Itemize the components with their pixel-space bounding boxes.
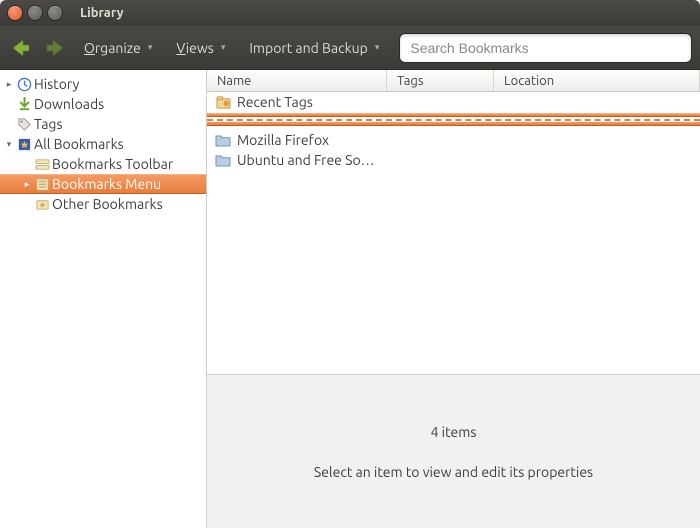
import-backup-label: Import and Backup [249,40,367,56]
sidebar-item-bookmarks-toolbar[interactable]: Bookmarks Toolbar [0,154,206,174]
sidebar-item-label: History [34,76,79,92]
organize-label: rganize [95,40,141,56]
folder-icon [215,152,231,168]
import-backup-menu[interactable]: Import and Backup ▾ [247,36,381,60]
chevron-down-icon: ▾ [148,42,153,53]
window-titlebar: Library [0,0,700,26]
forward-button[interactable] [42,35,68,61]
list-item-folder[interactable]: Ubuntu and Free So… [207,150,700,170]
sidebar-item-label: Tags [34,116,63,132]
item-count: 4 items [431,424,477,440]
list-item-recent-tags[interactable]: Recent Tags [207,92,700,112]
sidebar-item-label: Bookmarks Toolbar [52,156,173,172]
expander-icon[interactable]: ▸ [4,79,14,90]
download-icon [16,96,32,112]
list-item-label: Recent Tags [237,94,313,110]
other-bookmarks-icon [34,196,50,212]
column-header-location[interactable]: Location [494,70,700,91]
sidebar-item-downloads[interactable]: Downloads [0,94,206,114]
search-input[interactable] [399,33,692,63]
folder-icon [215,132,231,148]
sidebar: ▸ History Downloads Tags ▾ All Boo [0,70,207,528]
clock-icon [16,76,32,92]
minimize-button[interactable] [28,6,42,20]
expander-icon[interactable]: ▾ [4,139,14,150]
back-button[interactable] [8,35,34,61]
recent-tags-icon [215,94,231,110]
bookmarks-icon [16,136,32,152]
list-item-folder[interactable]: Mozilla Firefox [207,130,700,150]
sidebar-item-label: Other Bookmarks [52,196,163,212]
organize-menu[interactable]: Organize▾ [82,36,154,60]
detail-pane: 4 items Select an item to view and edit … [207,374,700,528]
sidebar-item-label: Downloads [34,96,104,112]
window-title: Library [80,6,123,20]
sidebar-item-other-bookmarks[interactable]: Other Bookmarks [0,194,206,214]
sidebar-item-label: Bookmarks Menu [52,176,161,192]
list-item-label: Mozilla Firefox [237,132,329,148]
menu-icon [34,176,50,192]
main-panel: Name Tags Location Recent Tags Mozilla F… [207,70,700,528]
sidebar-item-label: All Bookmarks [34,136,124,152]
toolbar: Organize▾ Views▾ Import and Backup▾ [0,26,700,70]
column-headers: Name Tags Location [207,70,700,92]
chevron-down-icon: ▾ [221,42,226,53]
close-button[interactable] [8,6,22,20]
col-label: Location [504,74,554,88]
col-label: Name [217,74,251,88]
column-header-tags[interactable]: Tags [387,70,494,91]
list-item-label: Ubuntu and Free So… [237,152,375,168]
sidebar-item-all-bookmarks[interactable]: ▾ All Bookmarks [0,134,206,154]
maximize-button[interactable] [48,6,62,20]
col-label: Tags [397,74,424,88]
views-label: iews [186,40,214,56]
window-controls [8,6,62,20]
body: ▸ History Downloads Tags ▾ All Boo [0,70,700,528]
sidebar-item-history[interactable]: ▸ History [0,74,206,94]
expander-icon[interactable]: ▸ [22,179,32,190]
sidebar-item-tags[interactable]: Tags [0,114,206,134]
column-header-name[interactable]: Name [207,70,387,91]
search-container [399,33,692,63]
sidebar-item-bookmarks-menu[interactable]: ▸ Bookmarks Menu [0,174,206,194]
tag-icon [16,116,32,132]
detail-hint: Select an item to view and edit its prop… [314,464,593,480]
toolbar-icon [34,156,50,172]
chevron-down-icon: ▾ [375,42,380,53]
bookmark-list: Recent Tags Mozilla Firefox Ubuntu and F… [207,92,700,374]
views-menu[interactable]: Views▾ [174,36,227,60]
separator [207,113,700,117]
